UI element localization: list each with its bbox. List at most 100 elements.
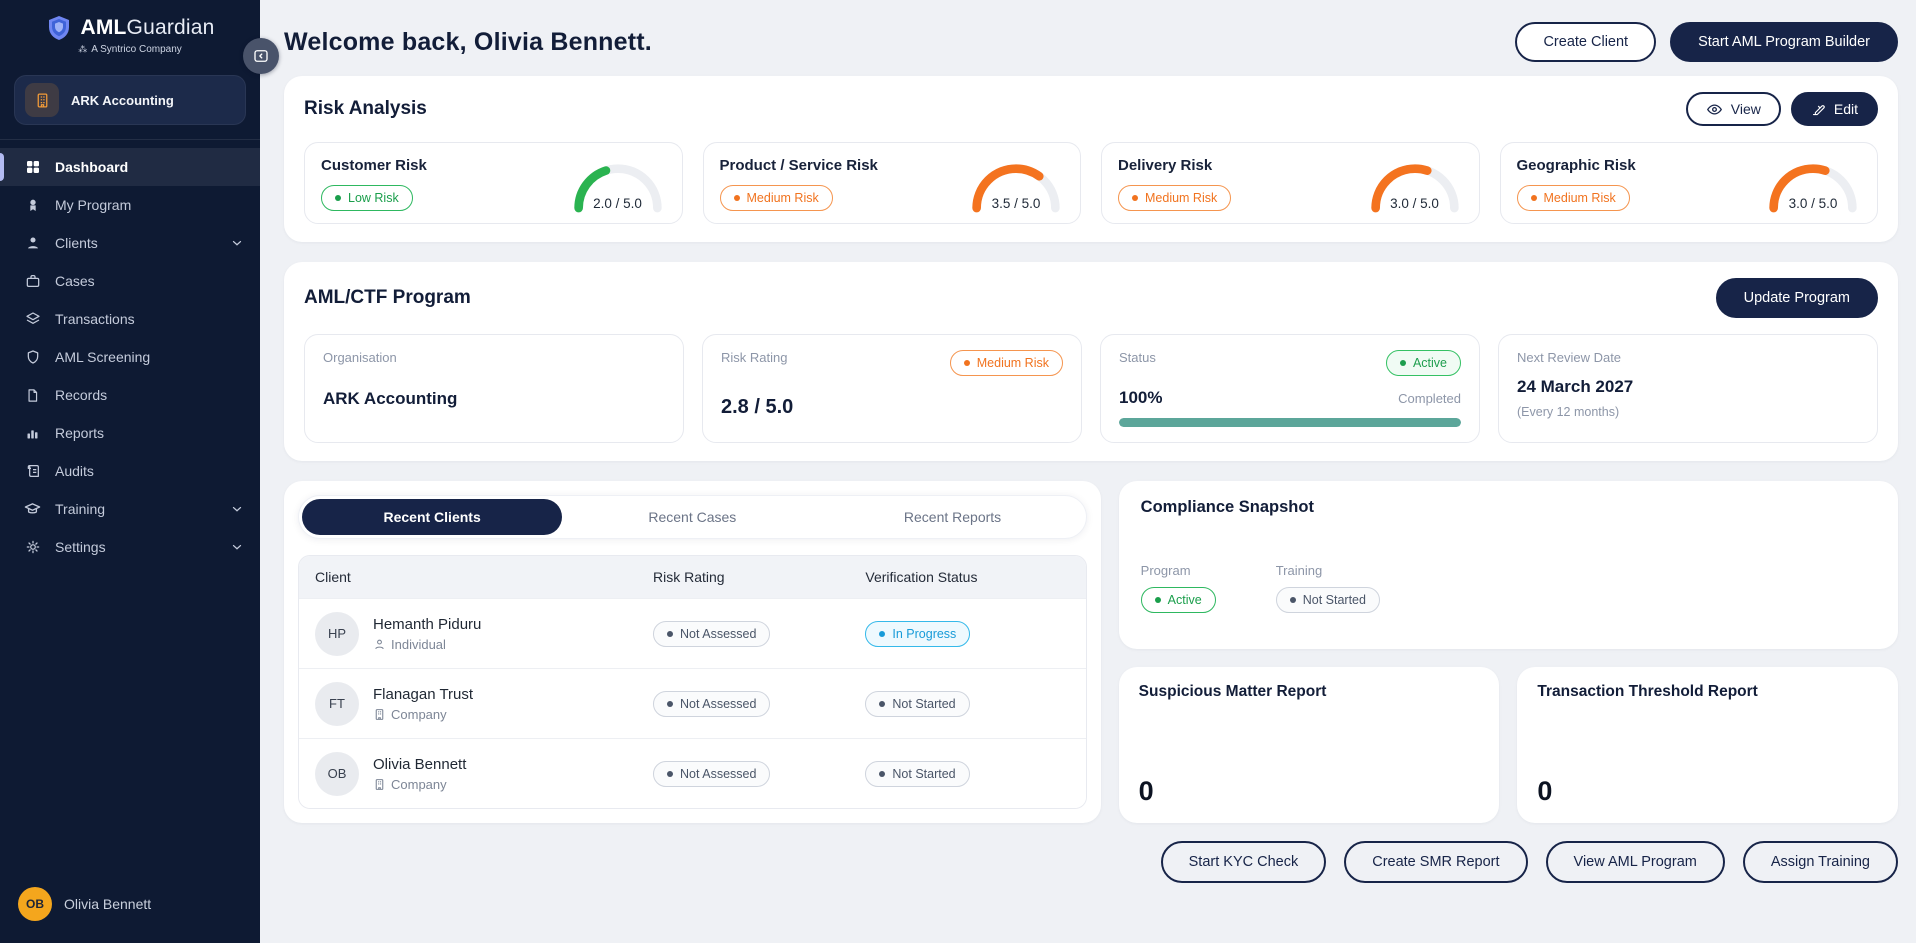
- create-client-button[interactable]: Create Client: [1515, 22, 1656, 62]
- program-status-badge: Active: [1141, 587, 1216, 613]
- report-count: 0: [1537, 776, 1878, 807]
- scroll-icon: [24, 463, 41, 480]
- create-smr-report-button[interactable]: Create SMR Report: [1344, 841, 1527, 883]
- sidebar-item-label: Training: [55, 501, 105, 517]
- recent-tabs: Recent Clients Recent Cases Recent Repor…: [298, 495, 1087, 539]
- risk-gauge: 3.0 / 5.0: [1741, 157, 1861, 213]
- risk-gauge: 3.0 / 5.0: [1343, 157, 1463, 213]
- gauge-value: 3.0 / 5.0: [1367, 196, 1463, 211]
- report-title: Suspicious Matter Report: [1139, 683, 1480, 701]
- sidebar-item-label: My Program: [55, 197, 131, 213]
- next-review-label: Next Review Date: [1517, 350, 1859, 365]
- tab-recent-reports[interactable]: Recent Reports: [822, 499, 1082, 535]
- table-header: Client Risk Rating Verification Status: [299, 556, 1086, 598]
- risk-rating-badge: Not Assessed: [653, 621, 770, 647]
- verification-status-badge: In Progress: [865, 621, 970, 647]
- risk-gauge-card-customer: Customer Risk Low Risk 2.0 / 5.0: [304, 142, 683, 224]
- column-header-risk-rating: Risk Rating: [653, 569, 865, 585]
- sidebar-item-label: Audits: [55, 463, 94, 479]
- assign-training-button[interactable]: Assign Training: [1743, 841, 1898, 883]
- shield-icon: [24, 349, 41, 366]
- program-title: AML/CTF Program: [304, 287, 471, 309]
- report-title: Transaction Threshold Report: [1537, 683, 1878, 701]
- avatar: OB: [315, 752, 359, 796]
- column-header-client: Client: [299, 569, 653, 585]
- update-program-button[interactable]: Update Program: [1716, 278, 1878, 318]
- building-icon: [25, 83, 59, 117]
- page-title: Welcome back, Olivia Bennett.: [284, 28, 652, 57]
- sidebar-item-records[interactable]: Records: [0, 376, 260, 414]
- document-icon: [24, 387, 41, 404]
- sidebar-item-label: Transactions: [55, 311, 135, 327]
- sidebar-item-dashboard[interactable]: Dashboard: [0, 148, 260, 186]
- risk-gauge-card-delivery: Delivery Risk Medium Risk 3.0 / 5.0: [1101, 142, 1480, 224]
- risk-level-badge: Medium Risk: [1118, 185, 1231, 211]
- sidebar-collapse-button[interactable]: [243, 38, 279, 74]
- avatar: FT: [315, 682, 359, 726]
- sidebar-item-training[interactable]: Training: [0, 490, 260, 528]
- table-row[interactable]: OB Olivia Bennett Company Not Assessed N…: [299, 738, 1086, 808]
- sidebar-item-label: Settings: [55, 539, 106, 555]
- risk-level-badge: Medium Risk: [720, 185, 833, 211]
- tab-recent-cases[interactable]: Recent Cases: [562, 499, 822, 535]
- sidebar-item-label: Cases: [55, 273, 95, 289]
- brand: AMLGuardian ⁂ A Syntrico Company: [0, 0, 260, 65]
- status-label: Status: [1119, 350, 1156, 365]
- status-percent: 100%: [1119, 388, 1162, 408]
- sidebar-item-reports[interactable]: Reports: [0, 414, 260, 452]
- gauge-title: Geographic Risk: [1517, 157, 1636, 174]
- start-aml-program-builder-button[interactable]: Start AML Program Builder: [1670, 22, 1898, 62]
- sidebar-item-settings[interactable]: Settings: [0, 528, 260, 566]
- org-selector[interactable]: ARK Accounting: [14, 75, 246, 125]
- risk-rating-badge: Not Assessed: [653, 691, 770, 717]
- verification-status-badge: Not Started: [865, 761, 969, 787]
- aml-ctf-program-section: AML/CTF Program Update Program Organisat…: [284, 262, 1898, 461]
- org-name: ARK Accounting: [71, 93, 174, 108]
- risk-analysis-section: Risk Analysis View Edit Customer Risk Lo…: [284, 76, 1898, 242]
- report-count: 0: [1139, 776, 1480, 807]
- risk-level-badge: Low Risk: [321, 185, 413, 211]
- sidebar-item-cases[interactable]: Cases: [0, 262, 260, 300]
- company-icon: [373, 778, 386, 791]
- brand-name: AMLGuardian: [80, 16, 214, 40]
- table-row[interactable]: HP Hemanth Piduru Individual Not Assesse…: [299, 598, 1086, 668]
- risk-rating-value: 2.8 / 5.0: [721, 396, 1063, 419]
- sidebar-item-aml-screening[interactable]: AML Screening: [0, 338, 260, 376]
- tab-recent-clients[interactable]: Recent Clients: [302, 499, 562, 535]
- training-status-badge: Not Started: [1276, 587, 1380, 613]
- company-icon: [373, 708, 386, 721]
- start-kyc-check-button[interactable]: Start KYC Check: [1161, 841, 1327, 883]
- sidebar-user[interactable]: OB Olivia Bennett: [0, 871, 260, 943]
- view-aml-program-button[interactable]: View AML Program: [1546, 841, 1725, 883]
- table-row[interactable]: FT Flanagan Trust Company Not Assessed N…: [299, 668, 1086, 738]
- brand-shield-icon: [45, 14, 73, 42]
- chevron-down-icon: [230, 236, 244, 250]
- risk-gauge-card-product-service: Product / Service Risk Medium Risk 3.5 /…: [703, 142, 1082, 224]
- snapshot-title: Compliance Snapshot: [1141, 498, 1876, 517]
- status-card: Status Active 100% Completed: [1100, 334, 1480, 443]
- main-content: Welcome back, Olivia Bennett. Create Cli…: [260, 0, 1916, 943]
- edit-button[interactable]: Edit: [1791, 92, 1878, 126]
- gauge-value: 3.5 / 5.0: [968, 196, 1064, 211]
- gear-icon: [24, 539, 41, 556]
- view-button[interactable]: View: [1686, 92, 1781, 126]
- client-type-label: Individual: [391, 637, 446, 652]
- column-header-verification-status: Verification Status: [865, 569, 1085, 585]
- sidebar-item-transactions[interactable]: Transactions: [0, 300, 260, 338]
- transactions-icon: [24, 311, 41, 328]
- gauge-value: 2.0 / 5.0: [570, 196, 666, 211]
- sidebar-item-clients[interactable]: Clients: [0, 224, 260, 262]
- risk-rating-badge: Medium Risk: [950, 350, 1063, 376]
- sidebar-item-label: Records: [55, 387, 107, 403]
- sidebar-item-audits[interactable]: Audits: [0, 452, 260, 490]
- status-progress-bar: [1119, 418, 1461, 427]
- brand-tagline: ⁂ A Syntrico Company: [78, 44, 182, 55]
- organisation-label: Organisation: [323, 350, 665, 365]
- syntrico-mark-icon: ⁂: [78, 44, 87, 55]
- sidebar-item-label: Clients: [55, 235, 98, 251]
- clients-icon: [24, 235, 41, 252]
- graduation-cap-icon: [24, 501, 41, 518]
- program-label: Program: [1141, 563, 1216, 578]
- sidebar-item-my-program[interactable]: My Program: [0, 186, 260, 224]
- client-name: Flanagan Trust: [373, 686, 473, 703]
